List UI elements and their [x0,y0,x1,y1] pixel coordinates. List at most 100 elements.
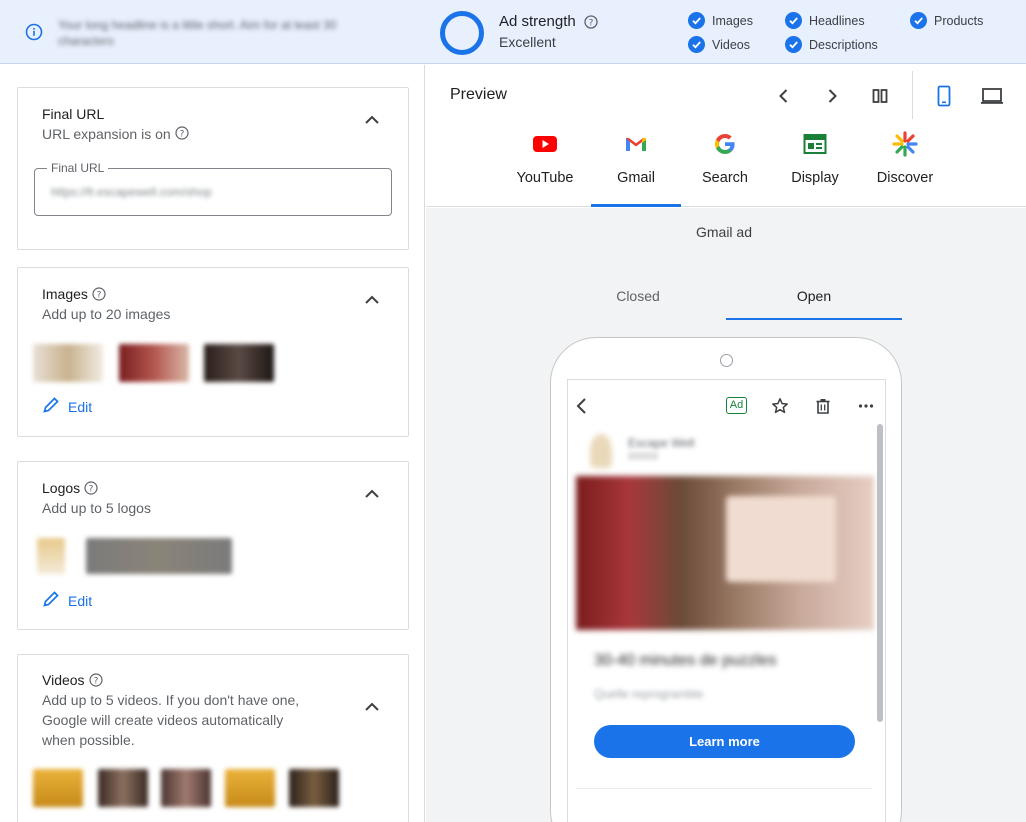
ad-headline: 30-40 minutes de puzzles [594,652,777,669]
channel-tab-discover[interactable]: Discover [860,129,950,186]
svg-text:?: ? [589,18,594,28]
ad-badge: Ad [726,397,747,414]
card-title: Logos? [42,480,98,498]
svg-text:?: ? [93,676,98,686]
svg-text:?: ? [179,130,184,140]
final-url-field[interactable]: Final URL https://fr.escapewell.com/shop [34,161,392,216]
star-icon[interactable] [770,396,790,416]
headline-tip-text: Your long headline is a little short. Ai… [58,18,337,48]
ad-strength-meter [440,11,484,55]
help-icon[interactable]: ? [88,673,103,690]
more-options-icon[interactable] [856,396,876,416]
ad-strength-banner: Your long headline is a little short. Ai… [0,0,1026,64]
google-icon [712,131,738,157]
channel-tab-search[interactable]: Search [680,129,770,186]
display-icon [802,131,828,157]
card-subtitle-line: when possible. [42,732,135,748]
gmail-open-ad-preview: Ad Escape Well 30-40 minutes de puzzles … [567,379,886,822]
columns-view-icon[interactable] [868,84,892,108]
video-thumbnail[interactable] [98,769,148,807]
preview-format-label: Gmail ad [695,224,753,240]
ad-description: Quelle reprogramble [594,687,704,701]
help-icon[interactable]: ? [175,125,189,145]
check-products: Products [910,12,983,29]
card-title: Images? [42,286,106,304]
svg-text:?: ? [89,484,94,494]
field-value[interactable]: https://fr.escapewell.com/shop [51,185,212,199]
logo-thumbnail[interactable] [86,538,232,574]
help-icon[interactable]: ? [584,15,598,34]
edit-images-link[interactable]: Edit [42,396,92,417]
card-subtitle: URL expansion is on? [42,124,189,145]
phone-camera [720,354,733,367]
info-icon [25,23,43,41]
channel-tab-display[interactable]: Display [770,129,860,186]
help-icon[interactable]: ? [84,481,98,498]
tab-closed[interactable]: Closed [550,288,726,304]
sender-name: Escape Well [628,436,695,450]
card-title: Final URL [42,106,105,122]
checkmark-icon [688,12,705,29]
svg-text:?: ? [97,290,102,300]
video-thumbnail[interactable] [161,769,211,807]
images-card: Images? Add up to 20 images Edit [17,267,409,437]
preview-canvas: Gmail ad Closed Open Ad Escape Well 30-4… [426,208,1026,822]
active-channel-indicator [591,204,681,207]
check-videos: Videos [688,36,750,53]
trash-icon[interactable] [813,396,833,416]
pencil-icon [42,590,60,611]
tab-open[interactable]: Open [726,288,902,304]
sender-logo [590,434,612,468]
card-subtitle-line: Add up to 5 videos. If you don't have on… [42,692,300,708]
checkmark-icon [785,36,802,53]
mobile-device-icon[interactable] [932,84,956,108]
logo-thumbnail[interactable] [37,538,65,574]
divider [912,71,913,119]
chevron-up-icon[interactable] [362,110,382,130]
divider [576,788,872,789]
chevron-left-icon[interactable] [772,84,796,108]
back-arrow-icon[interactable] [572,396,592,416]
channel-tab-gmail[interactable]: Gmail [591,129,681,186]
edit-logos-link[interactable]: Edit [42,590,92,611]
card-title: Videos? [42,672,103,690]
check-headlines: Headlines [785,12,865,29]
videos-card: Videos? Add up to 5 videos. If you don't… [17,654,409,822]
card-subtitle: Add up to 5 logos [42,500,151,516]
help-icon[interactable]: ? [92,287,106,304]
active-tab-indicator [726,318,902,320]
image-thumbnail[interactable] [204,344,274,382]
pencil-icon [42,396,60,417]
sender-detail [628,452,658,460]
video-thumbnail[interactable] [33,769,83,807]
learn-more-button[interactable]: Learn more [594,725,855,758]
field-label: Final URL [47,161,109,175]
card-subtitle: Add up to 20 images [42,306,171,322]
check-images: Images [688,12,753,29]
image-thumbnail[interactable] [33,344,103,382]
youtube-icon [532,131,558,157]
video-thumbnail[interactable] [225,769,275,807]
chevron-up-icon[interactable] [362,697,382,717]
checkmark-icon [910,12,927,29]
final-url-card: Final URL URL expansion is on? Final URL… [17,87,409,250]
image-thumbnail[interactable] [119,344,189,382]
card-subtitle-line: Google will create videos automatically [42,712,284,728]
desktop-device-icon[interactable] [980,84,1004,108]
gmail-icon [623,131,649,157]
preview-title: Preview [450,86,507,103]
scrollbar[interactable] [877,424,883,722]
video-thumbnail[interactable] [289,769,339,807]
channel-tab-youtube[interactable]: YouTube [500,129,590,186]
chevron-up-icon[interactable] [362,290,382,310]
ad-strength-value: Excellent [499,34,556,50]
chevron-up-icon[interactable] [362,484,382,504]
discover-icon [892,131,918,157]
logos-card: Logos? Add up to 5 logos Edit [17,461,409,630]
check-descriptions: Descriptions [785,36,878,53]
checkmark-icon [785,12,802,29]
ad-hero-image [576,476,874,630]
chevron-right-icon[interactable] [820,84,844,108]
phone-frame: Ad Escape Well 30-40 minutes de puzzles … [550,337,902,822]
preview-header: Preview YouTube Gmail Search Display Dis… [426,65,1026,207]
